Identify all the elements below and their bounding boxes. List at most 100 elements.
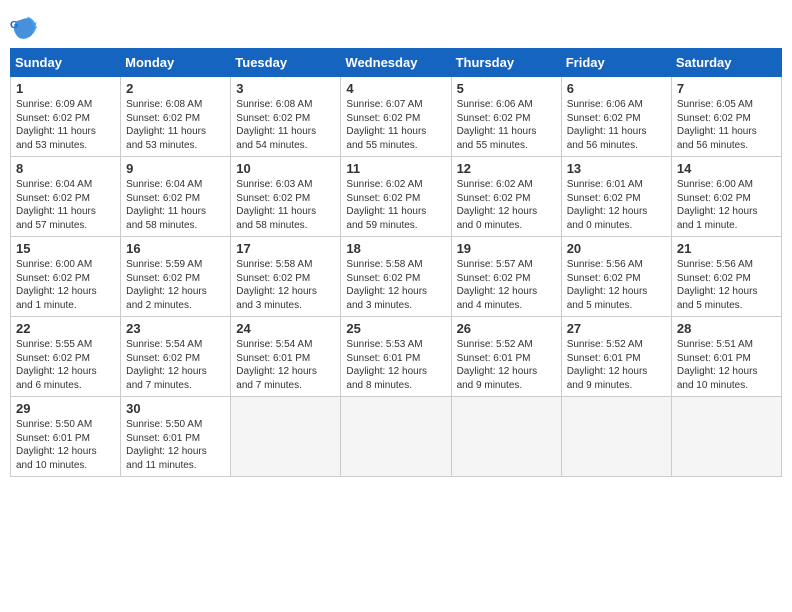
day-detail: Sunrise: 6:04 AM Sunset: 6:02 PM Dayligh…: [16, 178, 116, 232]
day-detail: Sunrise: 6:01 AM Sunset: 6:02 PM Dayligh…: [567, 178, 667, 232]
calendar-cell: 18 Sunrise: 5:58 AM Sunset: 6:02 PM Dayli…: [341, 237, 451, 317]
calendar-cell: [451, 397, 561, 477]
day-number: 1: [16, 81, 116, 96]
day-number: 23: [126, 321, 226, 336]
day-number: 2: [126, 81, 226, 96]
day-number: 3: [236, 81, 336, 96]
logo: G: [10, 14, 40, 42]
dow-header-monday: Monday: [121, 49, 231, 77]
day-number: 18: [346, 241, 446, 256]
day-number: 13: [567, 161, 667, 176]
day-detail: Sunrise: 6:02 AM Sunset: 6:02 PM Dayligh…: [346, 178, 446, 232]
day-number: 20: [567, 241, 667, 256]
calendar-cell: [341, 397, 451, 477]
calendar-cell: 8 Sunrise: 6:04 AM Sunset: 6:02 PM Daylig…: [11, 157, 121, 237]
calendar-cell: 26 Sunrise: 5:52 AM Sunset: 6:01 PM Dayli…: [451, 317, 561, 397]
day-detail: Sunrise: 5:56 AM Sunset: 6:02 PM Dayligh…: [677, 258, 777, 312]
dow-header-friday: Friday: [561, 49, 671, 77]
calendar-cell: 6 Sunrise: 6:06 AM Sunset: 6:02 PM Daylig…: [561, 77, 671, 157]
day-number: 29: [16, 401, 116, 416]
calendar-cell: [671, 397, 781, 477]
calendar-cell: 10 Sunrise: 6:03 AM Sunset: 6:02 PM Dayli…: [231, 157, 341, 237]
day-detail: Sunrise: 6:06 AM Sunset: 6:02 PM Dayligh…: [567, 98, 667, 152]
calendar-cell: 14 Sunrise: 6:00 AM Sunset: 6:02 PM Dayli…: [671, 157, 781, 237]
day-number: 11: [346, 161, 446, 176]
day-detail: Sunrise: 5:50 AM Sunset: 6:01 PM Dayligh…: [126, 418, 226, 472]
day-number: 7: [677, 81, 777, 96]
dow-header-tuesday: Tuesday: [231, 49, 341, 77]
calendar-cell: 17 Sunrise: 5:58 AM Sunset: 6:02 PM Dayli…: [231, 237, 341, 317]
day-detail: Sunrise: 5:59 AM Sunset: 6:02 PM Dayligh…: [126, 258, 226, 312]
calendar-cell: 27 Sunrise: 5:52 AM Sunset: 6:01 PM Dayli…: [561, 317, 671, 397]
day-number: 17: [236, 241, 336, 256]
day-detail: Sunrise: 5:56 AM Sunset: 6:02 PM Dayligh…: [567, 258, 667, 312]
day-number: 6: [567, 81, 667, 96]
calendar-cell: 3 Sunrise: 6:08 AM Sunset: 6:02 PM Daylig…: [231, 77, 341, 157]
day-detail: Sunrise: 6:07 AM Sunset: 6:02 PM Dayligh…: [346, 98, 446, 152]
day-detail: Sunrise: 5:54 AM Sunset: 6:01 PM Dayligh…: [236, 338, 336, 392]
calendar-cell: 1 Sunrise: 6:09 AM Sunset: 6:02 PM Daylig…: [11, 77, 121, 157]
calendar-cell: 12 Sunrise: 6:02 AM Sunset: 6:02 PM Dayli…: [451, 157, 561, 237]
day-detail: Sunrise: 6:06 AM Sunset: 6:02 PM Dayligh…: [457, 98, 557, 152]
dow-header-sunday: Sunday: [11, 49, 121, 77]
day-detail: Sunrise: 6:00 AM Sunset: 6:02 PM Dayligh…: [16, 258, 116, 312]
day-number: 28: [677, 321, 777, 336]
day-detail: Sunrise: 5:57 AM Sunset: 6:02 PM Dayligh…: [457, 258, 557, 312]
calendar-cell: 11 Sunrise: 6:02 AM Sunset: 6:02 PM Dayli…: [341, 157, 451, 237]
calendar-cell: 5 Sunrise: 6:06 AM Sunset: 6:02 PM Daylig…: [451, 77, 561, 157]
day-number: 24: [236, 321, 336, 336]
day-number: 26: [457, 321, 557, 336]
calendar-cell: 16 Sunrise: 5:59 AM Sunset: 6:02 PM Dayli…: [121, 237, 231, 317]
calendar-cell: 2 Sunrise: 6:08 AM Sunset: 6:02 PM Daylig…: [121, 77, 231, 157]
calendar-cell: 19 Sunrise: 5:57 AM Sunset: 6:02 PM Dayli…: [451, 237, 561, 317]
calendar-cell: 23 Sunrise: 5:54 AM Sunset: 6:02 PM Dayli…: [121, 317, 231, 397]
day-number: 27: [567, 321, 667, 336]
day-detail: Sunrise: 5:52 AM Sunset: 6:01 PM Dayligh…: [457, 338, 557, 392]
day-number: 14: [677, 161, 777, 176]
day-number: 9: [126, 161, 226, 176]
day-number: 19: [457, 241, 557, 256]
calendar-cell: 9 Sunrise: 6:04 AM Sunset: 6:02 PM Daylig…: [121, 157, 231, 237]
day-detail: Sunrise: 5:50 AM Sunset: 6:01 PM Dayligh…: [16, 418, 116, 472]
day-detail: Sunrise: 6:09 AM Sunset: 6:02 PM Dayligh…: [16, 98, 116, 152]
day-number: 5: [457, 81, 557, 96]
day-detail: Sunrise: 6:00 AM Sunset: 6:02 PM Dayligh…: [677, 178, 777, 232]
calendar-cell: [561, 397, 671, 477]
day-detail: Sunrise: 5:55 AM Sunset: 6:02 PM Dayligh…: [16, 338, 116, 392]
dow-header-saturday: Saturday: [671, 49, 781, 77]
calendar-cell: 21 Sunrise: 5:56 AM Sunset: 6:02 PM Dayli…: [671, 237, 781, 317]
day-detail: Sunrise: 6:03 AM Sunset: 6:02 PM Dayligh…: [236, 178, 336, 232]
calendar-cell: 20 Sunrise: 5:56 AM Sunset: 6:02 PM Dayli…: [561, 237, 671, 317]
dow-header-thursday: Thursday: [451, 49, 561, 77]
day-detail: Sunrise: 6:08 AM Sunset: 6:02 PM Dayligh…: [126, 98, 226, 152]
day-number: 22: [16, 321, 116, 336]
day-number: 8: [16, 161, 116, 176]
calendar-cell: 22 Sunrise: 5:55 AM Sunset: 6:02 PM Dayli…: [11, 317, 121, 397]
day-detail: Sunrise: 6:04 AM Sunset: 6:02 PM Dayligh…: [126, 178, 226, 232]
calendar-table: SundayMondayTuesdayWednesdayThursdayFrid…: [10, 48, 782, 477]
day-number: 12: [457, 161, 557, 176]
day-detail: Sunrise: 5:58 AM Sunset: 6:02 PM Dayligh…: [236, 258, 336, 312]
day-detail: Sunrise: 5:51 AM Sunset: 6:01 PM Dayligh…: [677, 338, 777, 392]
day-detail: Sunrise: 6:05 AM Sunset: 6:02 PM Dayligh…: [677, 98, 777, 152]
day-number: 21: [677, 241, 777, 256]
day-detail: Sunrise: 5:58 AM Sunset: 6:02 PM Dayligh…: [346, 258, 446, 312]
calendar-cell: 7 Sunrise: 6:05 AM Sunset: 6:02 PM Daylig…: [671, 77, 781, 157]
day-number: 25: [346, 321, 446, 336]
day-number: 4: [346, 81, 446, 96]
day-number: 30: [126, 401, 226, 416]
day-number: 10: [236, 161, 336, 176]
calendar-cell: 29 Sunrise: 5:50 AM Sunset: 6:01 PM Dayli…: [11, 397, 121, 477]
day-detail: Sunrise: 6:08 AM Sunset: 6:02 PM Dayligh…: [236, 98, 336, 152]
dow-header-wednesday: Wednesday: [341, 49, 451, 77]
calendar-cell: 4 Sunrise: 6:07 AM Sunset: 6:02 PM Daylig…: [341, 77, 451, 157]
calendar-cell: 30 Sunrise: 5:50 AM Sunset: 6:01 PM Dayli…: [121, 397, 231, 477]
calendar-cell: 25 Sunrise: 5:53 AM Sunset: 6:01 PM Dayli…: [341, 317, 451, 397]
day-detail: Sunrise: 5:52 AM Sunset: 6:01 PM Dayligh…: [567, 338, 667, 392]
day-detail: Sunrise: 6:02 AM Sunset: 6:02 PM Dayligh…: [457, 178, 557, 232]
calendar-cell: 24 Sunrise: 5:54 AM Sunset: 6:01 PM Dayli…: [231, 317, 341, 397]
calendar-cell: 15Sunrise: 6:00 AM Sunset: 6:02 PM Dayli…: [11, 237, 121, 317]
day-detail: Sunrise: 5:54 AM Sunset: 6:02 PM Dayligh…: [126, 338, 226, 392]
day-detail: Sunrise: 5:53 AM Sunset: 6:01 PM Dayligh…: [346, 338, 446, 392]
day-number: 16: [126, 241, 226, 256]
